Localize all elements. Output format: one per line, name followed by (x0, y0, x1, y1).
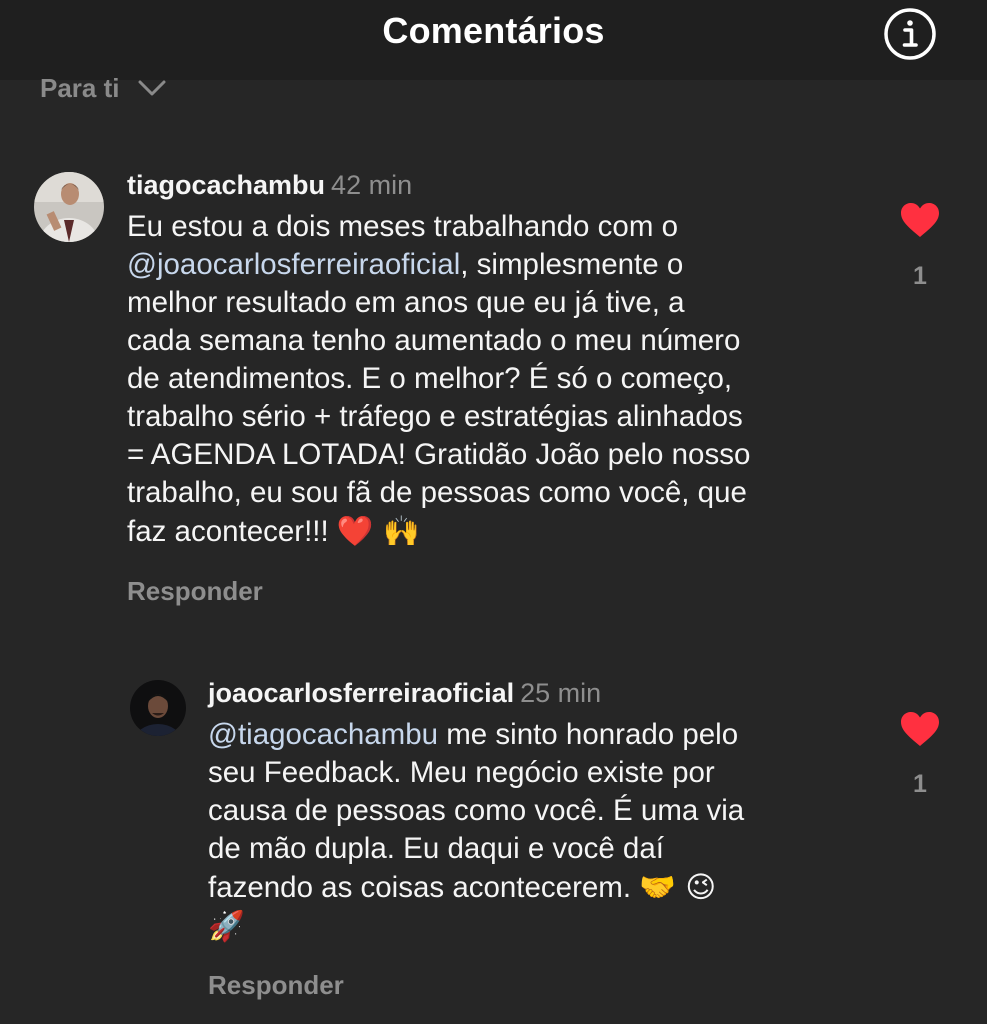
sort-filter-label: Para ti (40, 72, 120, 103)
info-button[interactable] (882, 6, 938, 62)
like-count: 1 (913, 770, 927, 798)
comment-text: Eu estou a dois meses trabalhando com o … (127, 208, 877, 551)
comment-line: cada semana tenho aumentado o meu número (127, 324, 741, 357)
comment-reply-item: joaocarlosferreiraoficial 25 min @tiagoca… (208, 676, 878, 946)
like-button[interactable] (900, 711, 940, 752)
avatar[interactable] (130, 680, 186, 736)
comment-line: = AGENDA LOTADA! Gratidão João pelo noss… (127, 438, 751, 471)
reply-button[interactable]: Responder (127, 576, 263, 607)
comment-line: Eu estou a dois meses trabalhando com o (127, 210, 678, 243)
comment-line: causa de pessoas como você. É uma via (208, 794, 745, 827)
comment-timestamp: 42 min (331, 170, 413, 200)
comment-line: trabalho, eu sou fã de pessoas como você… (127, 476, 747, 509)
emoji-group: 🚀 (208, 909, 245, 943)
comment-line: @joaocarlosferreiraoficial, simplesmente… (127, 248, 684, 281)
chevron-down-icon (138, 80, 165, 96)
heart-filled-icon (901, 712, 939, 746)
comment-item: tiagocachambu 42 min Eu estou a dois mese… (127, 168, 877, 551)
comment-line: trabalho sério + tráfego e estratégias a… (127, 400, 743, 433)
comment-username[interactable]: joaocarlosferreiraoficial (208, 678, 514, 708)
comment-line: faz acontecer!!! ❤️ 🙌 (127, 514, 420, 548)
heart-filled-icon (901, 203, 939, 237)
comment-username[interactable]: tiagocachambu (127, 170, 325, 200)
mention-link[interactable]: @joaocarlosferreiraoficial (127, 248, 460, 281)
comment-meta: tiagocachambu 42 min (127, 168, 877, 202)
avatar[interactable] (34, 172, 104, 242)
like-count: 1 (913, 262, 927, 290)
comment-line: seu Feedback. Meu negócio existe por (208, 756, 715, 789)
info-circle-icon (884, 8, 936, 60)
comment-line: fazendo as coisas acontecerem. 🤝 😉 (208, 870, 717, 904)
comment-line: 🚀 (208, 907, 878, 946)
comment-text: @tiagocachambu me sinto honrado pelo seu… (208, 716, 878, 946)
comment-line: de atendimentos. E o melhor? É só o come… (127, 362, 733, 395)
comment-line: melhor resultado em anos que eu já tive,… (127, 286, 685, 319)
sort-filter-dropdown[interactable]: Para ti (40, 68, 166, 108)
emoji-group: ❤️ 🙌 (336, 514, 420, 548)
user-avatar-photo (34, 172, 104, 242)
reply-button[interactable]: Responder (208, 970, 344, 1001)
mention-link[interactable]: @tiagocachambu (208, 718, 438, 751)
user-avatar-photo (130, 680, 186, 736)
comment-line: @tiagocachambu me sinto honrado pelo (208, 718, 739, 751)
emoji-group: 🤝 😉 (639, 870, 717, 904)
comment-timestamp: 25 min (520, 678, 602, 708)
like-button[interactable] (900, 202, 940, 243)
comment-line: de mão dupla. Eu daqui e você daí (208, 832, 664, 865)
page-title: Comentários (382, 10, 605, 51)
comment-meta: joaocarlosferreiraoficial 25 min (208, 676, 878, 710)
